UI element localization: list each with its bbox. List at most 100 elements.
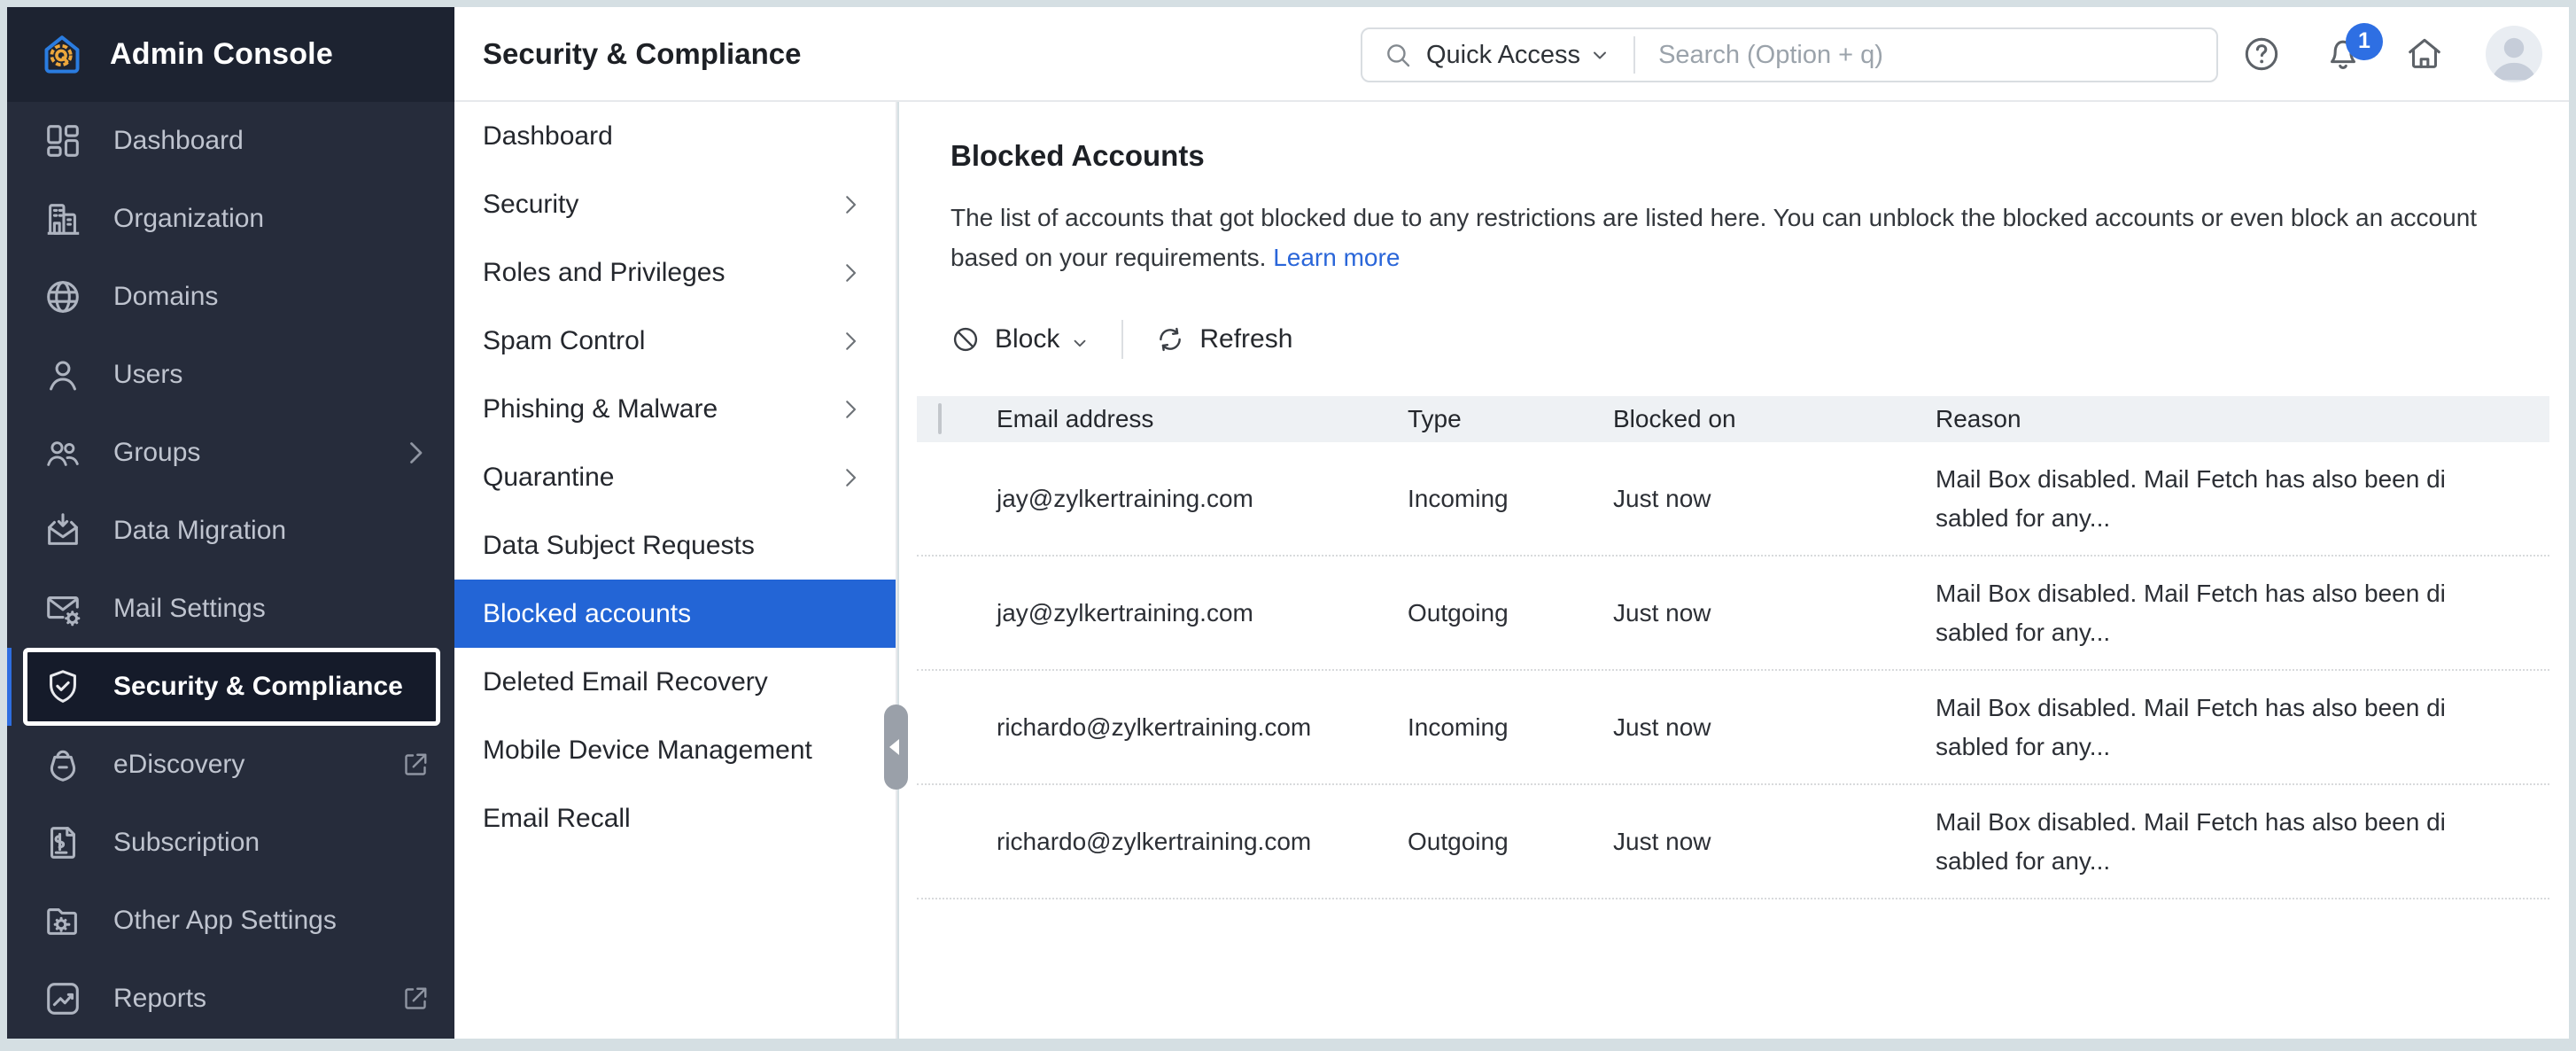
panel-item-label: Mobile Device Management	[483, 736, 812, 766]
panel-item-email-recall[interactable]: Email Recall	[454, 784, 896, 852]
sidebar-item-security-compliance[interactable]: Security & Compliance	[23, 648, 440, 726]
panel-collapse-handle[interactable]	[884, 705, 908, 790]
panel-item-phishing-malware[interactable]: Phishing & Malware	[454, 375, 896, 443]
panel-item-label: Blocked accounts	[483, 599, 691, 629]
sidebar-item-label: Reports	[113, 984, 206, 1014]
window-frame: Admin Console Dashboard	[0, 0, 2576, 1051]
topbar: Security & Compliance Quick Access	[454, 7, 2569, 102]
folder-gear-icon	[43, 900, 83, 941]
column-header-reason: Reason	[1936, 405, 2549, 433]
panel-item-label: Data Subject Requests	[483, 531, 755, 561]
sidebar-item-mail-settings[interactable]: Mail Settings	[7, 570, 454, 648]
cell-reason: Mail Box disabled. Mail Fetch has also b…	[1936, 574, 2451, 652]
toolbar-divider	[1121, 320, 1123, 359]
sidebar-item-users[interactable]: Users	[7, 336, 454, 414]
toolbar: Block Refresh	[950, 320, 2516, 359]
sidebar-item-domains[interactable]: Domains	[7, 258, 454, 336]
panel-item-security[interactable]: Security	[454, 170, 896, 238]
panel-item-quarantine[interactable]: Quarantine	[454, 443, 896, 511]
cell-blocked-on: Just now	[1613, 828, 1936, 856]
dashboard-icon	[43, 121, 83, 161]
sidebar-item-subscription[interactable]: Subscription	[7, 804, 454, 882]
panel-item-dashboard[interactable]: Dashboard	[454, 102, 896, 170]
cell-email: richardo@zylkertraining.com	[997, 713, 1408, 742]
panel-item-deleted-email-recovery[interactable]: Deleted Email Recovery	[454, 648, 896, 716]
table-row[interactable]: richardo@zylkertraining.com Outgoing Jus…	[917, 785, 2549, 899]
refresh-button-label: Refresh	[1199, 324, 1292, 354]
cell-email: jay@zylkertraining.com	[997, 485, 1408, 513]
sidebar-item-ediscovery[interactable]: eDiscovery	[7, 726, 454, 804]
ediscovery-icon	[43, 744, 83, 785]
cell-type: Outgoing	[1408, 599, 1613, 627]
cell-type: Incoming	[1408, 713, 1613, 742]
panel-item-data-subject-requests[interactable]: Data Subject Requests	[454, 511, 896, 580]
panel-item-label: Roles and Privileges	[483, 258, 725, 288]
panel-item-mobile-device-management[interactable]: Mobile Device Management	[454, 716, 896, 784]
blocked-accounts-table: Email address Type Blocked on Reason jay…	[917, 396, 2549, 899]
column-header-type: Type	[1408, 405, 1613, 433]
home-icon[interactable]	[2404, 34, 2445, 74]
shield-check-icon	[43, 666, 83, 707]
secondary-nav-panel: Dashboard Security Roles and Privileges …	[454, 102, 897, 1039]
cell-reason: Mail Box disabled. Mail Fetch has also b…	[1936, 689, 2451, 767]
sidebar-item-organization[interactable]: Organization	[7, 180, 454, 258]
search-icon	[1384, 41, 1412, 69]
page-title: Security & Compliance	[483, 7, 801, 100]
sidebar-item-label: eDiscovery	[113, 750, 244, 780]
panel-item-spam-control[interactable]: Spam Control	[454, 307, 896, 375]
table-header-row: Email address Type Blocked on Reason	[917, 396, 2549, 442]
panel-item-label: Deleted Email Recovery	[483, 667, 768, 697]
globe-icon	[43, 276, 83, 317]
sidebar-item-label: Domains	[113, 282, 218, 312]
topbar-icons: 1	[2241, 7, 2542, 100]
panel-item-roles-privileges[interactable]: Roles and Privileges	[454, 238, 896, 307]
sidebar-nav: Dashboard Organization	[7, 102, 454, 1039]
admin-console-logo-icon	[37, 30, 87, 80]
sidebar-item-groups[interactable]: Groups	[7, 414, 454, 492]
panel-item-label: Quarantine	[483, 463, 614, 493]
chevron-right-icon	[837, 396, 864, 423]
cell-blocked-on: Just now	[1613, 599, 1936, 627]
active-accent-bar	[7, 648, 12, 726]
sidebar-item-label: Dashboard	[113, 126, 244, 156]
sidebar-item-label: Other App Settings	[113, 906, 337, 936]
section-heading: Blocked Accounts	[950, 139, 2516, 173]
sidebar-item-label: Data Migration	[113, 516, 286, 546]
chevron-down-icon	[1589, 44, 1610, 66]
refresh-button[interactable]: Refresh	[1155, 324, 1292, 354]
sidebar-item-other-app-settings[interactable]: Other App Settings	[7, 882, 454, 960]
cell-blocked-on: Just now	[1613, 485, 1936, 513]
reports-icon	[43, 978, 83, 1019]
cell-email: jay@zylkertraining.com	[997, 599, 1408, 627]
search-input[interactable]	[1658, 41, 2199, 70]
table-row[interactable]: richardo@zylkertraining.com Incoming Jus…	[917, 671, 2549, 785]
section-description: The list of accounts that got blocked du…	[950, 198, 2516, 277]
quick-access-dropdown[interactable]: Quick Access	[1426, 41, 1580, 70]
user-avatar[interactable]	[2486, 26, 2542, 82]
block-button[interactable]: Block	[950, 324, 1090, 354]
sidebar-item-label: Organization	[113, 204, 264, 234]
sidebar-item-reports[interactable]: Reports	[7, 960, 454, 1038]
description-text: The list of accounts that got blocked du…	[950, 204, 2477, 271]
notifications-bell-icon[interactable]: 1	[2323, 34, 2363, 74]
learn-more-link[interactable]: Learn more	[1273, 244, 1400, 271]
external-link-icon	[400, 749, 431, 781]
global-search[interactable]: Quick Access	[1361, 27, 2218, 82]
help-icon[interactable]	[2241, 34, 2282, 74]
cell-type: Incoming	[1408, 485, 1613, 513]
sidebar-item-label: Users	[113, 360, 182, 390]
primary-sidebar: Admin Console Dashboard	[7, 7, 454, 1039]
table-row[interactable]: jay@zylkertraining.com Incoming Just now…	[917, 442, 2549, 557]
chevron-right-icon	[837, 191, 864, 218]
refresh-icon	[1155, 324, 1185, 354]
table-row[interactable]: jay@zylkertraining.com Outgoing Just now…	[917, 557, 2549, 671]
data-migration-icon	[43, 510, 83, 551]
panel-item-label: Phishing & Malware	[483, 394, 718, 424]
panel-item-blocked-accounts[interactable]: Blocked accounts	[454, 580, 896, 648]
select-all-checkbox[interactable]	[938, 403, 942, 434]
mail-settings-icon	[43, 588, 83, 629]
sidebar-item-data-migration[interactable]: Data Migration	[7, 492, 454, 570]
sidebar-item-label: Security & Compliance	[113, 672, 403, 702]
chevron-left-icon	[889, 739, 899, 755]
sidebar-item-dashboard[interactable]: Dashboard	[7, 102, 454, 180]
